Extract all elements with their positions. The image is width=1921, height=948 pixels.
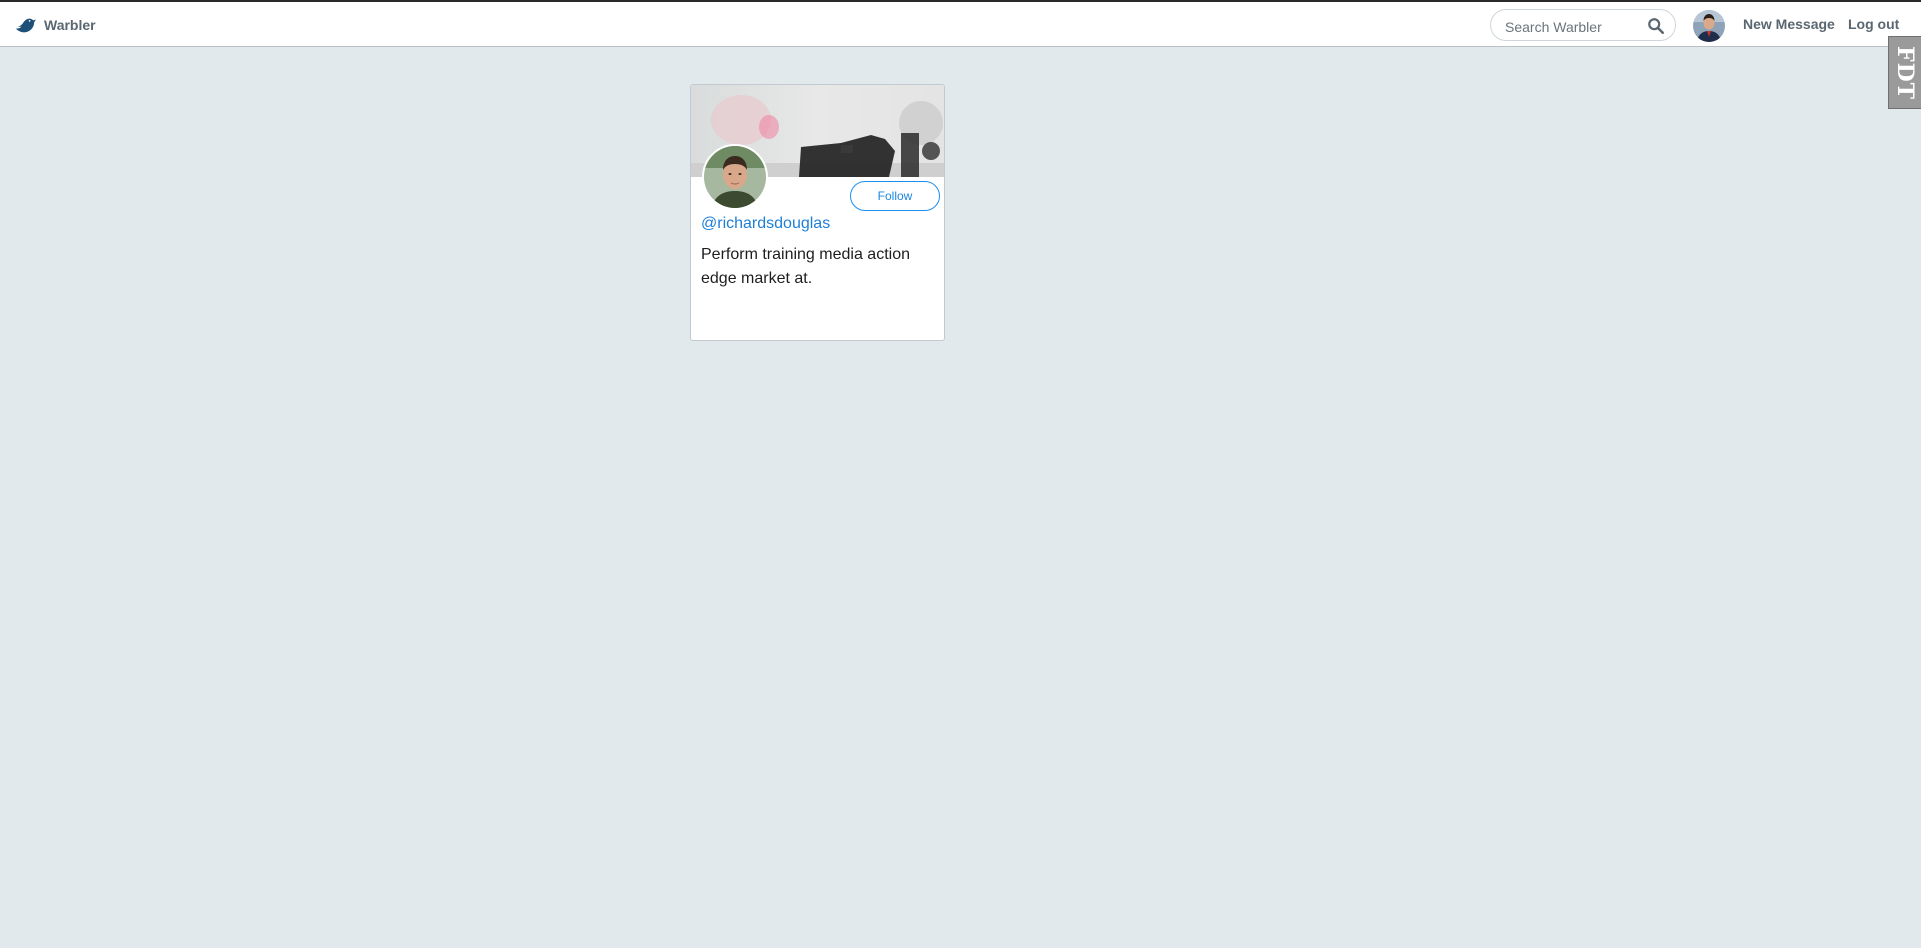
user-avatar-image [704,146,766,208]
fdt-tab-label: FDT [1892,45,1918,100]
search-icon [1648,18,1665,35]
nav-profile-avatar[interactable] [1693,10,1725,42]
brand-name: Warbler [44,17,96,33]
search-form [1490,9,1676,41]
bird-icon [15,18,36,33]
search-input[interactable] [1503,16,1647,38]
profile-avatar-image [1693,10,1725,42]
brand-link[interactable]: Warbler [14,14,96,36]
top-navbar: Warbler New Message Log out [0,2,1921,47]
logout-link[interactable]: Log out [1848,16,1899,32]
new-message-link[interactable]: New Message [1743,16,1835,32]
follow-button[interactable]: Follow [850,181,940,211]
user-avatar[interactable] [702,144,768,210]
user-bio: Perform training media action edge marke… [701,246,910,287]
username-link[interactable]: @richardsdouglas [701,215,830,233]
fdt-toolbar-toggle[interactable]: FDT [1888,36,1921,109]
search-button[interactable] [1647,16,1667,36]
user-card: Follow @richardsdouglas Perform training… [690,84,945,341]
